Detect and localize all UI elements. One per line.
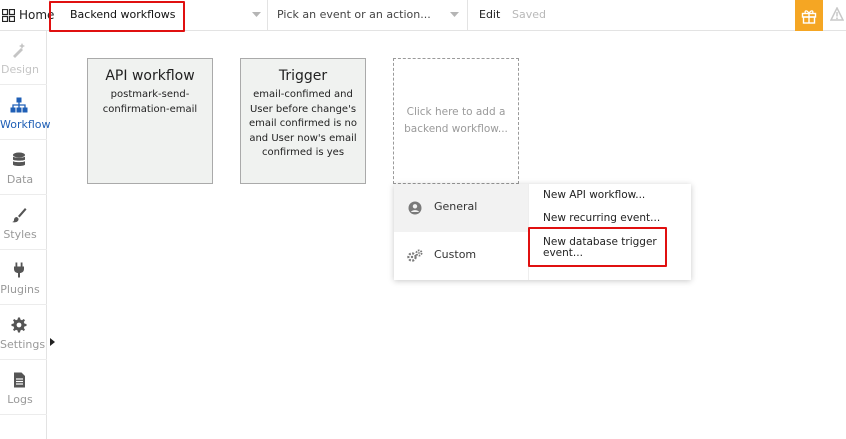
- left-sidebar: Design Workflow Data Styles Plugins Sett…: [0, 31, 51, 439]
- sidebar-item-label: Settings: [0, 338, 46, 351]
- document-icon: [10, 371, 28, 389]
- sidebar-item-plugins[interactable]: Plugins: [0, 251, 47, 305]
- event-select-placeholder: Pick an event or an action...: [277, 8, 431, 21]
- sidebar-item-workflow[interactable]: Workflow: [0, 86, 51, 140]
- sidebar-item-label: Workflow: [0, 118, 51, 131]
- edit-menu[interactable]: Edit: [479, 8, 500, 21]
- save-status: Saved: [512, 8, 546, 21]
- plug-icon: [10, 261, 28, 279]
- menu-category-general[interactable]: General: [394, 184, 528, 232]
- gift-icon: [801, 9, 817, 24]
- expand-panel-arrow-icon[interactable]: [50, 338, 55, 346]
- add-backend-workflow-card[interactable]: Click here to add a backend workflow...: [393, 58, 519, 184]
- menu-categories: General Custom: [394, 184, 528, 280]
- chevron-down-icon: [450, 12, 459, 17]
- event-action-select[interactable]: Pick an event or an action...: [268, 0, 468, 31]
- sidebar-item-label: Logs: [7, 393, 33, 406]
- menu-category-label: General: [434, 200, 478, 213]
- api-workflow-card[interactable]: API workflow postmark-send-confirmation-…: [87, 58, 213, 184]
- home-button[interactable]: Home: [2, 6, 54, 24]
- card-title: API workflow: [105, 68, 195, 84]
- sidebar-item-label: Styles: [3, 228, 37, 241]
- gear-icon: [10, 316, 28, 334]
- sidebar-item-data[interactable]: Data: [0, 141, 47, 195]
- new-recurring-event-option[interactable]: New recurring event...: [543, 213, 660, 224]
- sidebar-item-styles[interactable]: Styles: [0, 196, 47, 250]
- card-subtitle: postmark-send-confirmation-email: [102, 89, 198, 115]
- sidebar-item-design[interactable]: Design: [0, 31, 47, 85]
- menu-category-label: Custom: [434, 248, 477, 261]
- gears-icon: [407, 248, 423, 264]
- database-icon: [10, 151, 28, 169]
- brush-icon: [10, 206, 28, 224]
- design-icon: [10, 41, 28, 59]
- card-title: Trigger: [278, 68, 328, 84]
- workflow-icon: [10, 96, 28, 114]
- highlight-page-select: [49, 1, 185, 32]
- sidebar-item-label: Data: [6, 173, 34, 186]
- add-card-text: Click here to add a backend workflow...: [404, 106, 508, 135]
- new-api-workflow-option[interactable]: New API workflow...: [543, 190, 645, 201]
- menu-category-custom[interactable]: Custom: [394, 232, 528, 280]
- grid-icon: [2, 8, 15, 22]
- sidebar-item-label: Plugins: [0, 283, 40, 296]
- user-circle-icon: [407, 200, 423, 216]
- highlight-database-trigger-option: [528, 227, 667, 267]
- trigger-card[interactable]: Trigger email-confimed and User before c…: [240, 58, 366, 184]
- sidebar-item-logs[interactable]: Logs: [0, 361, 47, 415]
- sidebar-item-settings[interactable]: Settings: [0, 306, 47, 360]
- warning-icon[interactable]: [830, 7, 844, 21]
- gift-button[interactable]: [795, 0, 823, 31]
- card-subtitle: email-confimed and User before change's …: [249, 89, 357, 158]
- chevron-down-icon: [252, 12, 261, 17]
- sidebar-item-label: Design: [1, 63, 39, 76]
